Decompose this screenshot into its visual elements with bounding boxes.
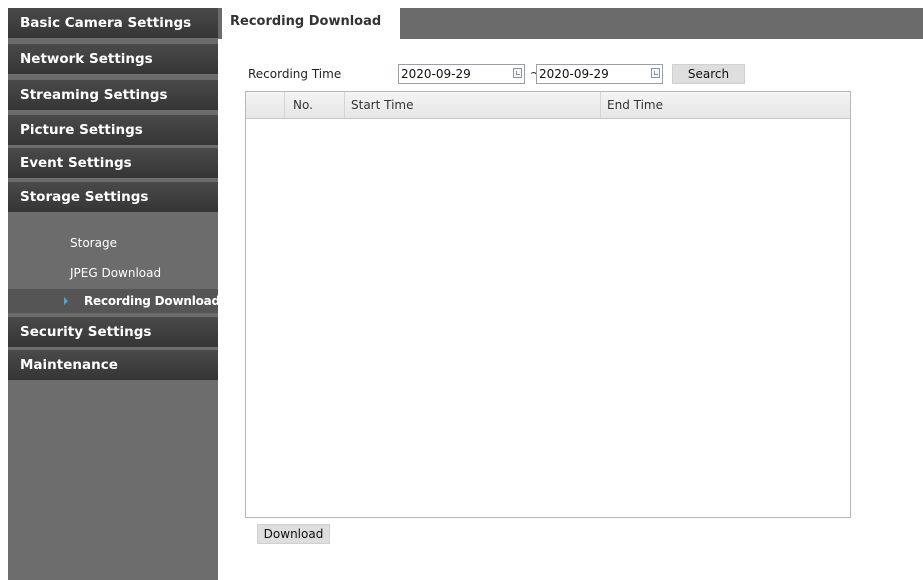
end-date-input[interactable]: 2020-09-29 [536, 64, 663, 84]
tab-bar: Recording Download [218, 8, 923, 39]
end-date-value: 2020-09-29 [539, 67, 609, 81]
recording-time-label: Recording Time [248, 67, 342, 81]
search-button[interactable]: Search [672, 64, 745, 84]
sidebar-item-picture-settings[interactable]: Picture Settings [8, 115, 218, 146]
start-date-value: 2020-09-29 [401, 67, 471, 81]
download-button[interactable]: Download [257, 524, 330, 544]
sidebar: Basic Camera Settings Network Settings S… [8, 8, 218, 580]
sidebar-item-event-settings[interactable]: Event Settings [8, 148, 218, 179]
column-header-start-time[interactable]: Start Time [344, 92, 600, 118]
calendar-icon[interactable] [513, 68, 522, 78]
submenu-item-label: Recording Download [84, 294, 218, 308]
column-header-select[interactable] [246, 92, 284, 118]
submenu-item-recording-download[interactable]: Recording Download [8, 289, 218, 313]
column-header-no[interactable]: No. [284, 92, 344, 118]
calendar-icon[interactable] [651, 68, 660, 78]
submenu-item-jpeg-download[interactable]: JPEG Download [8, 261, 218, 285]
recording-table: No. Start Time End Time [245, 91, 851, 518]
submenu-item-storage[interactable]: Storage [8, 231, 218, 255]
sidebar-item-security-settings[interactable]: Security Settings [8, 317, 218, 348]
sidebar-item-storage-settings[interactable]: Storage Settings [8, 182, 218, 213]
app-frame: Basic Camera Settings Network Settings S… [0, 0, 923, 580]
storage-submenu: Storage JPEG Download Recording Download [8, 213, 218, 318]
start-date-input[interactable]: 2020-09-29 [398, 64, 525, 84]
tab-recording-download[interactable]: Recording Download [222, 8, 400, 39]
active-arrow-icon [64, 297, 68, 305]
table-header: No. Start Time End Time [246, 92, 850, 119]
sidebar-item-maintenance[interactable]: Maintenance [8, 350, 218, 381]
sidebar-item-basic-camera-settings[interactable]: Basic Camera Settings [8, 8, 218, 39]
sidebar-item-streaming-settings[interactable]: Streaming Settings [8, 80, 218, 111]
sidebar-filler [8, 380, 218, 580]
column-header-end-time[interactable]: End Time [600, 92, 850, 118]
sidebar-item-network-settings[interactable]: Network Settings [8, 44, 218, 75]
